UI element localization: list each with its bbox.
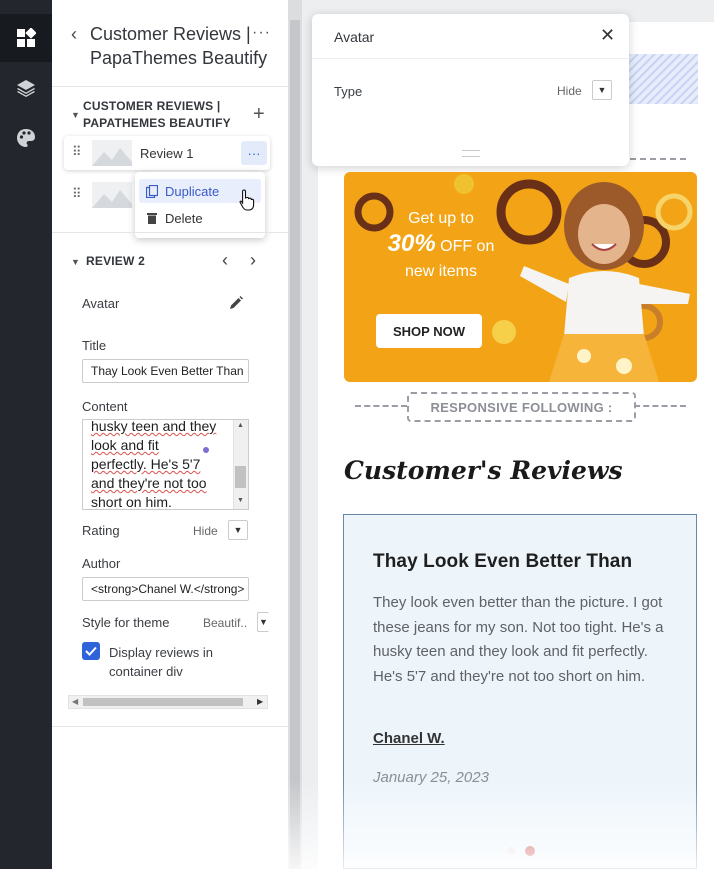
content-line: and they're not too <box>91 475 207 491</box>
title-label: Title <box>82 338 107 353</box>
title-input[interactable]: Thay Look Even Better Than <box>82 359 249 383</box>
display-in-container-checkbox[interactable] <box>82 642 100 660</box>
textarea-scrollbar[interactable]: ▲ ▼ <box>233 420 248 509</box>
carousel-dot[interactable] <box>507 847 515 855</box>
back-chevron-icon[interactable]: ‹ <box>71 24 77 45</box>
author-input[interactable]: <strong>Chanel W.</strong> <box>82 577 249 601</box>
style-select-value[interactable]: Beautif.. <box>203 616 247 630</box>
banner-percent: 30% <box>387 230 436 257</box>
responsive-following-tag[interactable]: RESPONSIVE FOLLOWING : <box>407 392 636 422</box>
add-block-icon[interactable]: + <box>253 103 265 126</box>
image-placeholder-icon <box>92 140 132 166</box>
section-divider <box>634 405 686 407</box>
divider <box>52 232 288 233</box>
chevron-down-icon[interactable]: ▼ <box>228 520 248 540</box>
chevron-down-icon[interactable]: ▼ <box>257 612 269 632</box>
drag-handle-icon[interactable]: ⠿ <box>72 145 83 158</box>
banner-line-2: OFF on <box>435 238 495 255</box>
banner-headline: Get up to 30% OFF on new items <box>366 206 516 284</box>
content-textarea[interactable]: husky teen and they look and fit perfect… <box>82 419 249 510</box>
checkmark-icon <box>85 646 97 656</box>
review-body: They look even better than the picture. … <box>373 594 664 685</box>
pattern-decoration <box>628 54 698 104</box>
review-author: Chanel W. <box>373 730 445 747</box>
collapse-caret-icon[interactable]: ▼ <box>71 257 80 267</box>
content-line: perfectly. He's 5'7 <box>91 456 201 472</box>
review-section-title: REVIEW 2 <box>86 254 145 268</box>
sections-button[interactable] <box>0 14 52 62</box>
shop-now-button[interactable]: SHOP NOW <box>376 314 482 348</box>
content-label: Content <box>82 399 128 414</box>
author-label: Author <box>82 556 121 571</box>
text-cursor-dot <box>203 447 209 453</box>
theme-palette-icon <box>17 129 35 147</box>
review-card[interactable]: Thay Look Even Better Than They look eve… <box>343 514 697 869</box>
close-icon[interactable]: ✕ <box>600 25 615 46</box>
avatar-settings-popover: Avatar ✕ Type Hide ▼ <box>312 14 629 166</box>
section-divider <box>620 158 686 160</box>
block-more-options-icon[interactable]: ··· <box>241 141 267 165</box>
banner-line-3: new items <box>404 263 478 280</box>
delete-label: Delete <box>165 210 203 226</box>
reviews-heading: Customer's Reviews <box>344 456 623 485</box>
type-select-value[interactable]: Hide <box>557 84 582 98</box>
resize-handle-icon[interactable] <box>462 150 480 157</box>
rating-label: Rating <box>82 523 120 538</box>
divider <box>52 726 288 727</box>
panel-scrollbar[interactable] <box>288 0 302 869</box>
block-item-label: Review 1 <box>140 146 194 161</box>
banner-line-1: Get up to <box>408 210 474 227</box>
content-line: husky teen and they <box>91 419 217 434</box>
mouse-cursor-icon <box>239 189 255 215</box>
review-title: Thay Look Even Better Than <box>373 551 633 572</box>
popover-title: Avatar <box>334 29 375 45</box>
sections-icon <box>17 28 36 47</box>
content-line: short on him. <box>91 494 172 510</box>
collapse-caret-icon[interactable]: ▼ <box>71 110 80 120</box>
display-in-container-label: Display reviews in container div <box>109 645 214 679</box>
section-divider <box>355 405 407 407</box>
trash-icon <box>139 212 165 224</box>
style-for-theme-label: Style for theme <box>82 615 170 630</box>
carousel-dot-active[interactable] <box>525 846 535 856</box>
image-placeholder-icon <box>92 182 132 208</box>
drag-handle-icon[interactable]: ⠿ <box>72 187 83 200</box>
block-section-title: CUSTOMER REVIEWS | PAPATHEMES BEAUTIFY <box>83 99 231 130</box>
type-label: Type <box>334 84 363 99</box>
girl-photo <box>520 182 690 382</box>
block-item-review-1[interactable]: ⠿ Review 1 ··· <box>64 136 270 170</box>
promo-banner: Get up to 30% OFF on new items SHOP NOW <box>344 172 697 382</box>
theme-settings-button[interactable] <box>0 114 52 162</box>
duplicate-icon <box>139 184 165 198</box>
duplicate-label: Duplicate <box>165 183 220 199</box>
editor-sidebar-rail <box>0 0 52 869</box>
more-options-icon[interactable]: ··· <box>252 24 271 42</box>
layers-icon <box>17 80 35 97</box>
next-block-icon[interactable]: › <box>250 250 256 271</box>
layers-button[interactable] <box>0 64 52 112</box>
content-line: look and fit <box>91 437 159 453</box>
chevron-down-icon[interactable]: ▼ <box>592 80 612 100</box>
previous-block-icon[interactable]: ‹ <box>222 250 228 271</box>
panel-horizontal-scrollbar[interactable]: ◀ ▶ <box>68 695 268 709</box>
review-date: January 25, 2023 <box>373 769 489 786</box>
divider <box>52 86 288 87</box>
rating-select-value[interactable]: Hide <box>193 524 218 538</box>
edit-pencil-icon[interactable] <box>229 296 243 315</box>
avatar-label: Avatar <box>82 296 120 311</box>
